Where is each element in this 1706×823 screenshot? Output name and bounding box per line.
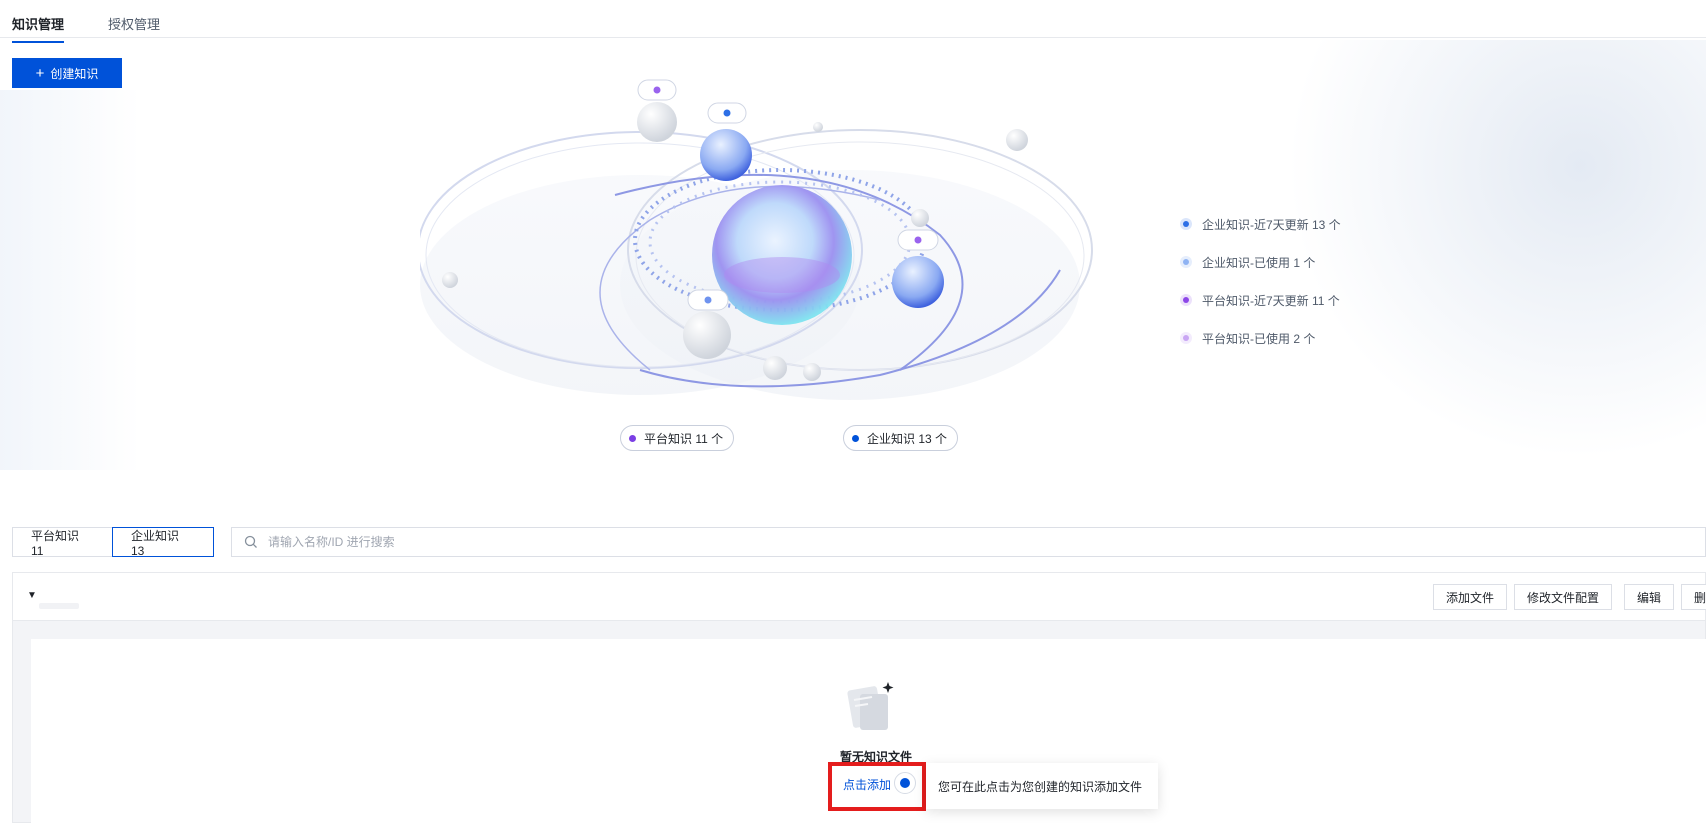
- add-file-button[interactable]: 添加文件: [1433, 584, 1508, 610]
- background-glow-left: [0, 90, 140, 470]
- segment-platform-knowledge[interactable]: 平台知识 11: [12, 527, 113, 558]
- platform-knowledge-tag: 平台知识 11 个: [620, 425, 735, 451]
- legend-label: 企业知识-近7天更新 13 个: [1202, 217, 1341, 232]
- legend-item: 平台知识-已使用 2 个: [1180, 319, 1341, 357]
- legend-item: 平台知识-近7天更新 11 个: [1180, 281, 1341, 319]
- legend-dot-icon: [1180, 218, 1192, 230]
- tab-authorization-management[interactable]: 授权管理: [108, 14, 160, 33]
- legend-dot-icon: [1180, 332, 1192, 344]
- background-glow-right: [1286, 40, 1706, 460]
- legend-dot-icon: [1180, 294, 1192, 306]
- search-icon: [244, 535, 257, 548]
- edit-file-config-button[interactable]: 修改文件配置: [1514, 584, 1613, 610]
- top-tab-bar: 知识管理 授权管理: [0, 0, 1706, 43]
- legend-label: 企业知识-已使用 1 个: [1202, 255, 1316, 270]
- enterprise-knowledge-tag: 企业知识 13 个: [843, 425, 959, 451]
- legend-item: 企业知识-近7天更新 13 个: [1180, 205, 1341, 243]
- plus-icon: +: [35, 64, 45, 82]
- create-knowledge-button[interactable]: + 创建知识: [12, 58, 122, 88]
- panel-header: ▼ 添加文件 修改文件配置 编辑 删: [13, 573, 1706, 621]
- orbit-graphic: [417, 79, 1093, 400]
- edit-button[interactable]: 编辑: [1624, 584, 1675, 610]
- guide-highlight-frame: [828, 762, 926, 811]
- enterprise-knowledge-tag-label: 企业知识 13 个: [867, 431, 948, 446]
- legend-label: 平台知识-近7天更新 11 个: [1202, 293, 1340, 308]
- legend-item: 企业知识-已使用 1 个: [1180, 243, 1341, 281]
- search-box: [231, 527, 1706, 557]
- guide-tooltip: 您可在此点击为您创建的知识添加文件: [926, 763, 1158, 809]
- platform-dot-icon: [629, 434, 636, 442]
- segment-enterprise-knowledge[interactable]: 企业知识 13: [112, 527, 214, 558]
- search-input[interactable]: [268, 535, 868, 549]
- legend-label: 平台知识-已使用 2 个: [1202, 331, 1316, 346]
- delete-button[interactable]: 删: [1681, 584, 1706, 610]
- collapse-caret-icon[interactable]: ▼: [27, 590, 37, 601]
- empty-documents-icon: [847, 682, 894, 730]
- legend-dot-icon: [1180, 256, 1192, 268]
- knowledge-orbit-illustration: 平台知识 11 个 企业知识 13 个: [417, 70, 1150, 451]
- create-knowledge-label: 创建知识: [50, 66, 99, 81]
- knowledge-name-placeholder: [39, 603, 79, 609]
- platform-knowledge-tag-label: 平台知识 11 个: [644, 431, 724, 446]
- enterprise-dot-icon: [852, 434, 859, 442]
- tab-knowledge-management[interactable]: 知识管理: [12, 14, 65, 43]
- knowledge-legend: 企业知识-近7天更新 13 个 企业知识-已使用 1 个 平台知识-近7天更新 …: [1180, 205, 1341, 357]
